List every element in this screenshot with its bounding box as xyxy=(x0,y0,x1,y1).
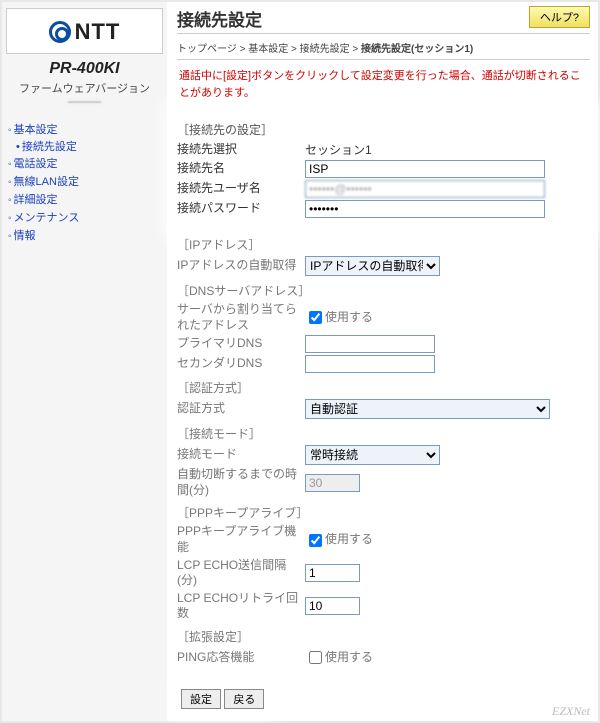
dest-user-label: 接続先ユーザ名 xyxy=(177,181,305,197)
dest-select-label: 接続先選択 xyxy=(177,142,305,158)
breadcrumb-part[interactable]: 基本設定 xyxy=(248,44,288,55)
dns-primary-label: プライマリDNS xyxy=(177,336,305,352)
ip-auto-label: IPアドレスの自動取得 xyxy=(177,258,305,274)
ping-use-checkbox[interactable] xyxy=(309,651,322,664)
warning-text: 通話中に[設定]ボタンをクリックして設定変更を行った場合、通話が切断されることが… xyxy=(177,60,590,111)
sidebar: NTT PR-400KI ファームウェアバージョン ——— 基本設定 接続先設定… xyxy=(2,2,167,721)
auth-method-select[interactable]: 自動認証 xyxy=(305,399,550,419)
lcp-retry-input[interactable] xyxy=(305,597,360,615)
mode-timeout-label: 自動切断するまでの時間(分) xyxy=(177,467,305,498)
ping-use-label: 使用する xyxy=(325,650,373,664)
model-name: PR-400KI xyxy=(6,60,163,78)
breadcrumb-current: 接続先設定(セッション1) xyxy=(361,44,473,55)
logo-box: NTT xyxy=(6,8,163,54)
breadcrumb-part[interactable]: トップページ xyxy=(177,44,237,55)
sidebar-nav: 基本設定 接続先設定 電話設定 無線LAN設定 詳細設定 メンテナンス 情報 xyxy=(6,120,163,244)
dns-secondary-input[interactable] xyxy=(305,355,435,373)
nav-sub-connection[interactable]: 接続先設定 xyxy=(6,138,163,154)
keepalive-func-label: PPPキープアライブ機能 xyxy=(177,524,305,555)
dest-select-value: セッション1 xyxy=(305,141,372,158)
lcp-interval-label: LCP ECHO送信間隔(分) xyxy=(177,558,305,589)
mode-timeout-input xyxy=(305,474,360,492)
back-button[interactable]: 戻る xyxy=(224,689,264,709)
nav-detail[interactable]: 詳細設定 xyxy=(6,190,163,208)
breadcrumb: トップページ > 基本設定 > 接続先設定 > 接続先設定(セッション1) xyxy=(177,34,590,60)
ping-label: PING応答機能 xyxy=(177,650,305,666)
section-dest-label: ［接続先の設定］ xyxy=(177,121,590,138)
auth-method-label: 認証方式 xyxy=(177,401,305,417)
dest-pass-label: 接続パスワード xyxy=(177,201,305,217)
section-keepalive-label: ［PPPキープアライブ］ xyxy=(177,504,590,521)
dest-name-input[interactable] xyxy=(305,160,545,178)
section-auth-label: ［認証方式］ xyxy=(177,379,590,396)
firmware-version: ——— xyxy=(6,96,163,108)
submit-button[interactable]: 設定 xyxy=(181,689,221,709)
section-dns-label: ［DNSサーバアドレス］ xyxy=(177,282,590,299)
nav-wlan[interactable]: 無線LAN設定 xyxy=(6,172,163,190)
keepalive-use-checkbox[interactable] xyxy=(309,534,322,547)
dns-use-checkbox[interactable] xyxy=(309,311,322,324)
page-title: 接続先設定 xyxy=(177,6,262,31)
main-content: 接続先設定 ヘルプ? トップページ > 基本設定 > 接続先設定 > 接続先設定… xyxy=(167,2,598,721)
dns-assigned-label: サーバから割り当てられたアドレス xyxy=(177,302,305,333)
nav-maintenance[interactable]: メンテナンス xyxy=(6,208,163,226)
firmware-label: ファームウェアバージョン xyxy=(6,80,163,96)
lcp-retry-label: LCP ECHOリトライ回数 xyxy=(177,591,305,622)
section-mode-label: ［接続モード］ xyxy=(177,425,590,442)
ip-auto-select[interactable]: IPアドレスの自動取得 xyxy=(305,256,440,276)
section-ip-label: ［IPアドレス］ xyxy=(177,236,590,253)
keepalive-use-label: 使用する xyxy=(325,532,373,546)
nav-phone[interactable]: 電話設定 xyxy=(6,154,163,172)
nav-basic[interactable]: 基本設定 xyxy=(6,120,163,138)
dest-user-input[interactable] xyxy=(305,180,545,198)
mode-label: 接続モード xyxy=(177,447,305,463)
dest-name-label: 接続先名 xyxy=(177,161,305,177)
button-row: 設定 戻る xyxy=(177,685,268,713)
section-ext-label: ［拡張設定］ xyxy=(177,628,590,645)
dest-pass-input[interactable] xyxy=(305,200,545,218)
mode-select[interactable]: 常時接続 xyxy=(305,445,440,465)
dns-secondary-label: セカンダリDNS xyxy=(177,356,305,372)
nav-info[interactable]: 情報 xyxy=(6,226,163,244)
help-button[interactable]: ヘルプ? xyxy=(529,6,590,28)
ntt-logo-icon xyxy=(49,21,71,43)
dns-use-label: 使用する xyxy=(325,310,373,324)
connection-settings-block: ［接続先の設定］ 接続先選択 セッション1 接続先名 接続先ユーザ名 接続パスワ… xyxy=(173,109,594,230)
dns-primary-input[interactable] xyxy=(305,335,435,353)
lcp-interval-input[interactable] xyxy=(305,564,360,582)
watermark: EZXNet xyxy=(552,704,590,719)
breadcrumb-part[interactable]: 接続先設定 xyxy=(300,44,350,55)
brand-text: NTT xyxy=(75,19,121,45)
